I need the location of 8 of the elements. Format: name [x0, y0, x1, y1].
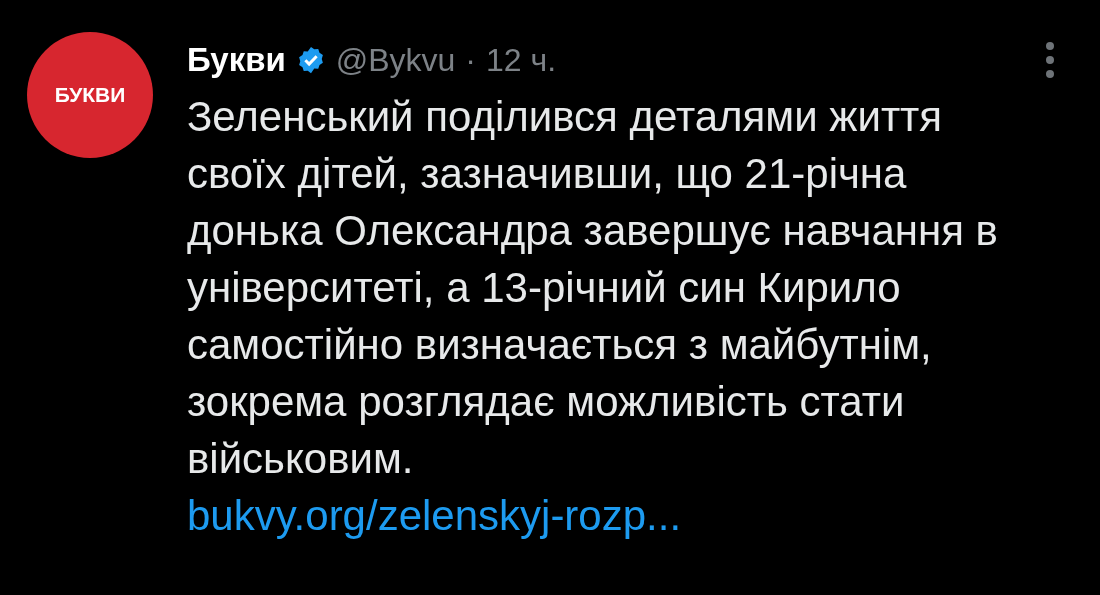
separator: · [465, 41, 476, 80]
post-link[interactable]: bukvy.org/zelenskyj-rozp... [187, 487, 682, 544]
post-time[interactable]: 12 ч. [486, 36, 557, 84]
author-name[interactable]: Букви [187, 35, 286, 85]
author-handle: @Bykvu [335, 41, 456, 80]
avatar[interactable]: БУКВИ [27, 32, 153, 158]
post-text: Зеленський поділився деталями життя своїх дітей, зазначивши, що 21-річна донька Олександра завершує навчання в університеті, а 13-річний син Кирило самостійно визначається з майбутнім, зокрема розглядає можливість стати військовим. [187, 92, 999, 484]
more-icon[interactable] [1044, 41, 1056, 79]
